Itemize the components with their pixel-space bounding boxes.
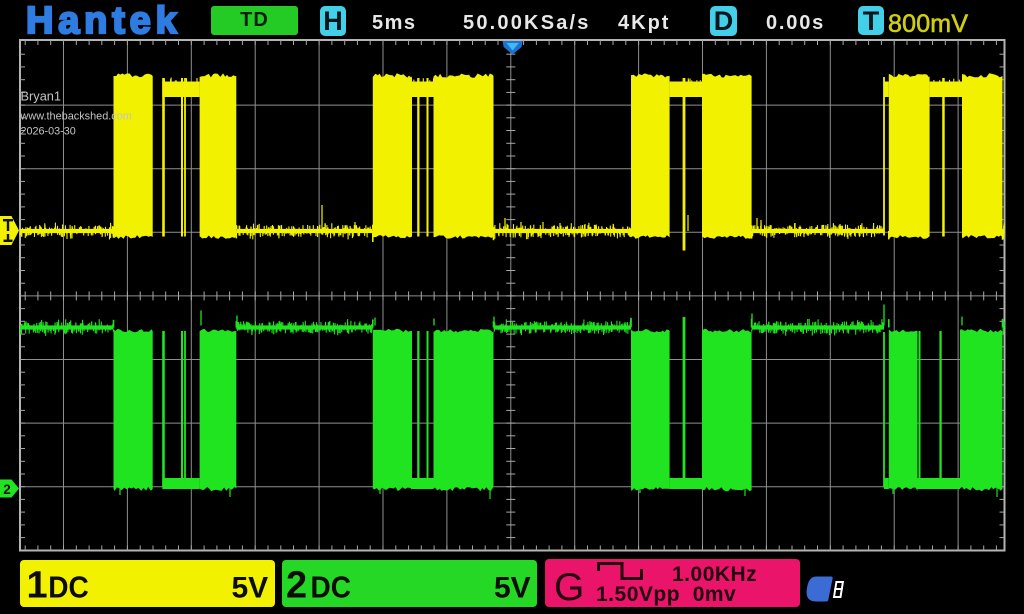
svg-text:2: 2: [286, 565, 307, 607]
svg-text:DC: DC: [48, 570, 89, 604]
svg-text:5V: 5V: [494, 572, 531, 605]
svg-text:DC: DC: [311, 570, 352, 604]
svg-text:1: 1: [27, 565, 48, 607]
svg-text:5V: 5V: [232, 572, 269, 605]
